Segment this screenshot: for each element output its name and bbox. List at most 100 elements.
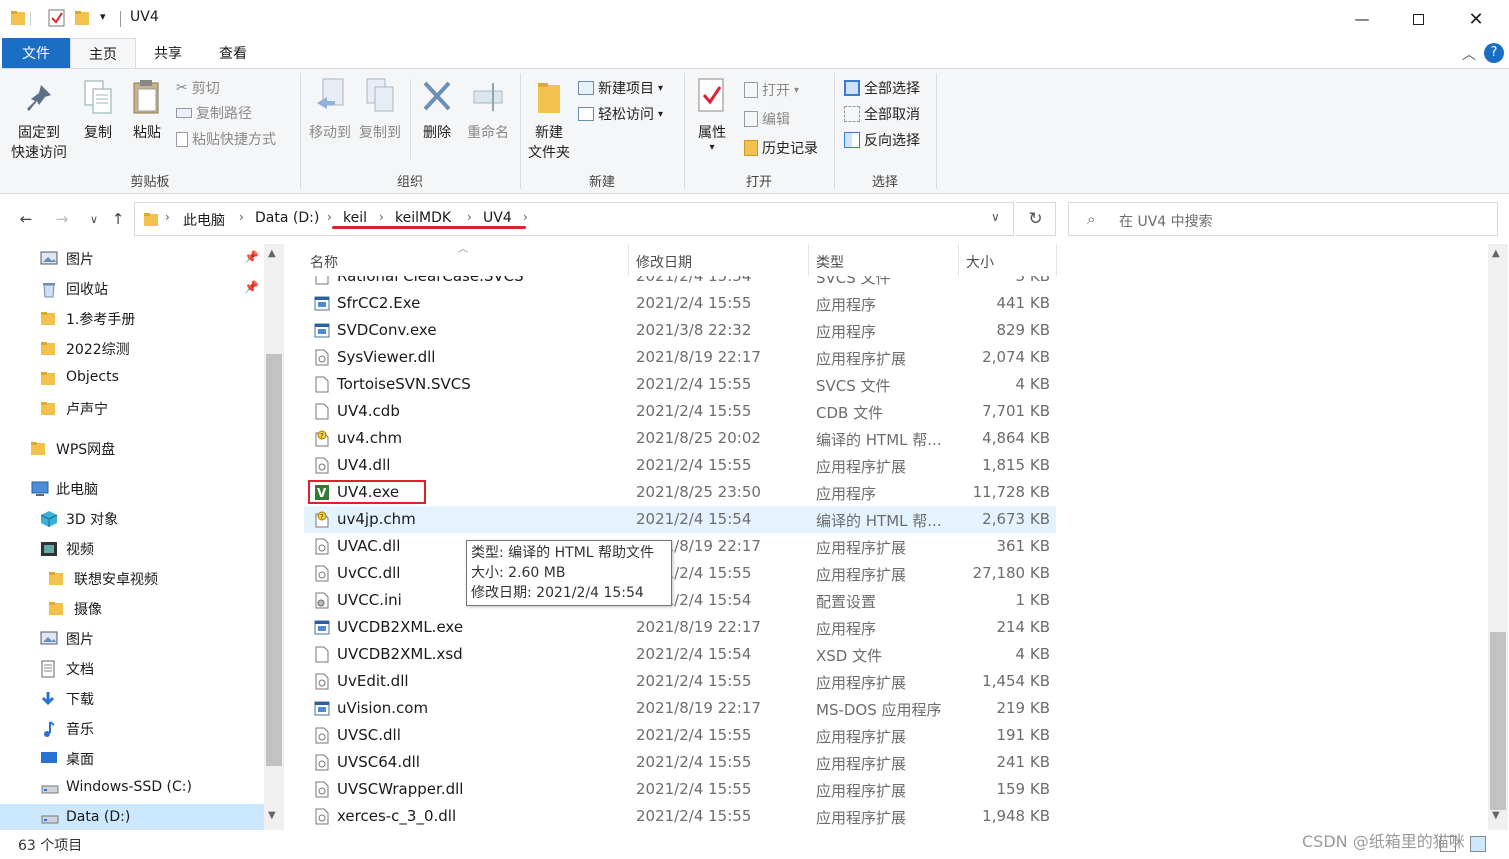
file-row[interactable]: UVCDB2XML.exe 2021/8/19 22:17 应用程序 214 KB bbox=[304, 614, 1056, 641]
column-separator[interactable] bbox=[958, 244, 959, 276]
tab-home[interactable]: 主页 bbox=[70, 38, 136, 68]
delete-button[interactable]: 删除 bbox=[416, 77, 458, 143]
nav-item[interactable]: 回收站 📌 bbox=[0, 274, 264, 304]
select-none-button[interactable]: 全部取消 bbox=[844, 103, 920, 125]
file-row[interactable]: UVCC.ini 2021/2/4 15:54 配置设置 1 KB bbox=[304, 587, 1056, 614]
refresh-button[interactable]: ↻ bbox=[1016, 202, 1056, 236]
paste-shortcut-button[interactable]: 粘贴快捷方式 bbox=[176, 128, 276, 150]
copy-button[interactable]: 复制 bbox=[78, 79, 118, 143]
breadcrumb-keil[interactable]: keil bbox=[343, 210, 367, 226]
file-row[interactable]: UVSC.dll 2021/2/4 15:55 应用程序扩展 191 KB bbox=[304, 722, 1056, 749]
tab-view[interactable]: 查看 bbox=[200, 38, 266, 68]
breadcrumb-data-d[interactable]: Data (D:) bbox=[255, 210, 319, 226]
scroll-down-icon[interactable]: ▼ bbox=[1492, 810, 1500, 821]
back-button[interactable]: ← bbox=[12, 200, 40, 238]
file-row[interactable]: UVSCWrapper.dll 2021/2/4 15:55 应用程序扩展 159 K… bbox=[304, 776, 1056, 803]
file-row[interactable]: UvEdit.dll 2021/2/4 15:55 应用程序扩展 1,454 KB bbox=[304, 668, 1056, 695]
file-row[interactable]: TortoiseSVN.SVCS 2021/2/4 15:55 SVCS 文件 4 K… bbox=[304, 371, 1056, 398]
nav-item[interactable]: Objects bbox=[0, 364, 264, 394]
nav-item[interactable]: 视频 bbox=[0, 534, 264, 564]
open-button[interactable]: 打开 ▾ bbox=[744, 79, 799, 101]
scroll-up-icon[interactable]: ▲ bbox=[268, 248, 276, 259]
invert-selection-button[interactable]: 反向选择 bbox=[844, 129, 920, 151]
breadcrumb-uv4[interactable]: UV4 bbox=[483, 210, 512, 226]
file-row[interactable]: ? uv4.chm 2021/8/25 20:02 编译的 HTML 帮... 4,86… bbox=[304, 425, 1056, 452]
column-type[interactable]: 类型 bbox=[816, 252, 844, 272]
large-icons-view-icon[interactable] bbox=[1470, 836, 1486, 852]
nav-item[interactable]: 联想安卓视频 bbox=[0, 564, 264, 594]
easy-access-button[interactable]: 轻松访问 ▾ bbox=[578, 103, 663, 125]
properties-button[interactable]: 属性 ▾ bbox=[692, 77, 732, 153]
file-row[interactable]: UvCC.dll 2021/2/4 15:55 应用程序扩展 27,180 KB bbox=[304, 560, 1056, 587]
file-row[interactable]: SysViewer.dll 2021/8/19 22:17 应用程序扩展 2,074 … bbox=[304, 344, 1056, 371]
new-folder-button[interactable]: 新建 文件夹 bbox=[524, 77, 574, 163]
maximize-button[interactable] bbox=[1390, 0, 1446, 38]
scroll-up-icon[interactable]: ▲ bbox=[1492, 248, 1500, 259]
dropdown-icon: ▾ bbox=[658, 82, 664, 94]
address-history-dropdown-icon[interactable]: ∨ bbox=[991, 210, 1000, 224]
file-list-scrollbar-thumb[interactable] bbox=[1490, 632, 1506, 810]
cut-button[interactable]: ✂ 剪切 bbox=[176, 77, 220, 99]
file-row[interactable]: UVCDB2XML.xsd 2021/2/4 15:54 XSD 文件 4 KB bbox=[304, 641, 1056, 668]
history-button[interactable]: 历史记录 bbox=[744, 137, 818, 159]
edit-button[interactable]: 编辑 bbox=[744, 108, 790, 130]
nav-item[interactable]: 此电脑 bbox=[0, 474, 264, 504]
column-separator[interactable] bbox=[628, 244, 629, 276]
select-all-button[interactable]: 全部选择 bbox=[844, 77, 920, 99]
collapse-ribbon-icon[interactable]: ︿ bbox=[1462, 44, 1476, 64]
file-row[interactable]: UV4.dll 2021/2/4 15:55 应用程序扩展 1,815 KB bbox=[304, 452, 1056, 479]
rename-button[interactable]: 重命名 bbox=[464, 77, 512, 143]
nav-item[interactable]: 文档 bbox=[0, 654, 264, 684]
breadcrumb-keilmdk[interactable]: keilMDK bbox=[395, 210, 451, 226]
nav-item[interactable]: 1.参考手册 bbox=[0, 304, 264, 334]
new-folder-icon[interactable] bbox=[74, 9, 90, 29]
address-bar[interactable]: › 此电脑 › Data (D:) › keil › keilMDK › UV4… bbox=[134, 202, 1014, 236]
nav-item[interactable]: 卢声宁 bbox=[0, 394, 264, 424]
file-row[interactable]: Rational ClearCase.SVCS 2021/2/4 15:54 SVC… bbox=[304, 276, 1056, 290]
nav-item[interactable]: 下载 bbox=[0, 684, 264, 714]
breadcrumb-this-pc[interactable]: 此电脑 bbox=[183, 210, 225, 230]
column-separator[interactable] bbox=[808, 244, 809, 276]
file-row[interactable]: SfrCC2.Exe 2021/2/4 15:55 应用程序 441 KB bbox=[304, 290, 1056, 317]
nav-scrollbar-thumb[interactable] bbox=[266, 354, 282, 766]
copy-to-button[interactable]: 复制到 bbox=[356, 77, 404, 143]
minimize-button[interactable]: — bbox=[1334, 0, 1390, 38]
forward-button[interactable]: → bbox=[48, 200, 76, 238]
file-row[interactable]: UVSC64.dll 2021/2/4 15:55 应用程序扩展 241 KB bbox=[304, 749, 1056, 776]
quick-access-dropdown-icon[interactable]: ▾ bbox=[100, 10, 106, 30]
scroll-down-icon[interactable]: ▼ bbox=[268, 810, 276, 821]
move-to-button[interactable]: 移动到 bbox=[306, 77, 354, 143]
nav-item[interactable]: 3D 对象 bbox=[0, 504, 264, 534]
nav-item[interactable]: 图片 📌 bbox=[0, 244, 264, 274]
file-row[interactable]: UV4.cdb 2021/2/4 15:55 CDB 文件 7,701 KB bbox=[304, 398, 1056, 425]
new-item-button[interactable]: 新建项目 ▾ bbox=[578, 77, 663, 99]
pin-quick-access-button[interactable]: 固定到 快速访问 bbox=[6, 81, 72, 163]
file-row[interactable]: UVAC.dll 2021/8/19 22:17 应用程序扩展 361 KB bbox=[304, 533, 1056, 560]
help-icon[interactable]: ? bbox=[1484, 43, 1504, 63]
column-separator[interactable] bbox=[1056, 244, 1057, 276]
search-box[interactable]: ⌕ 在 UV4 中搜索 bbox=[1068, 202, 1498, 236]
up-button[interactable]: ↑ bbox=[104, 200, 132, 238]
tab-file[interactable]: 文件 bbox=[2, 38, 70, 68]
file-row[interactable]: ? uv4jp.chm 2021/2/4 15:54 编译的 HTML 帮... 2,6… bbox=[304, 506, 1056, 533]
file-row[interactable]: SVDConv.exe 2021/3/8 22:32 应用程序 829 KB bbox=[304, 317, 1056, 344]
file-row[interactable]: xerces-c_3_0.dll 2021/2/4 15:55 应用程序扩展 1,94… bbox=[304, 803, 1056, 828]
nav-item[interactable]: 2022综测 bbox=[0, 334, 264, 364]
file-row[interactable]: uVision.com 2021/8/19 22:17 MS-DOS 应用程序 219… bbox=[304, 695, 1056, 722]
nav-item[interactable]: 图片 bbox=[0, 624, 264, 654]
nav-item[interactable]: 摄像 bbox=[0, 594, 264, 624]
nav-item[interactable]: Windows-SSD (C:) bbox=[0, 774, 264, 804]
tab-share[interactable]: 共享 bbox=[136, 38, 200, 68]
file-type: 编译的 HTML 帮... bbox=[816, 431, 942, 449]
file-size: 241 KB bbox=[996, 753, 1050, 771]
properties-icon[interactable] bbox=[48, 9, 66, 29]
nav-item[interactable]: 桌面 bbox=[0, 744, 264, 774]
nav-item[interactable]: 音乐 bbox=[0, 714, 264, 744]
column-size[interactable]: 大小 bbox=[966, 252, 994, 272]
column-name[interactable]: 名称 bbox=[310, 252, 338, 272]
close-button[interactable]: ✕ bbox=[1448, 0, 1504, 38]
column-date[interactable]: 修改日期 bbox=[636, 252, 692, 272]
nav-item[interactable]: WPS网盘 bbox=[0, 434, 264, 464]
paste-button[interactable]: 粘贴 bbox=[126, 79, 168, 143]
copy-path-button[interactable]: 复制路径 bbox=[176, 102, 252, 124]
